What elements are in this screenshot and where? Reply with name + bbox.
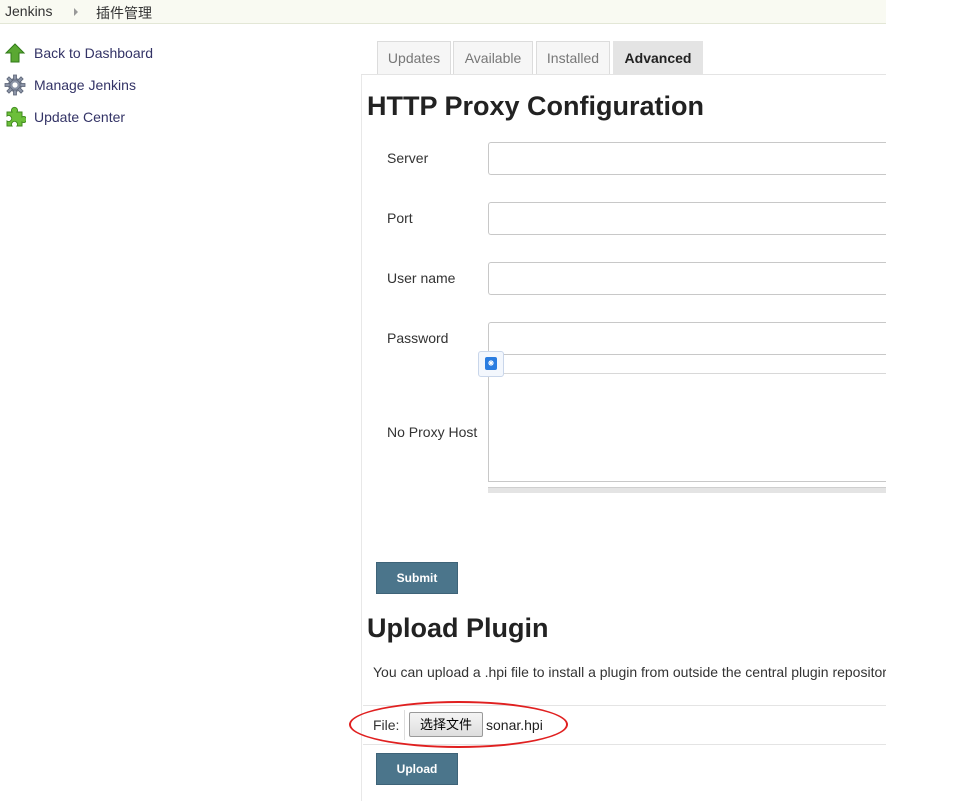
breadcrumb-plugin-manager[interactable]: 插件管理 bbox=[96, 3, 152, 23]
breadcrumb-jenkins[interactable]: Jenkins bbox=[5, 3, 52, 19]
password-label: Password bbox=[387, 330, 449, 346]
tab-available[interactable]: Available bbox=[453, 41, 533, 74]
tab-underline bbox=[361, 74, 886, 75]
up-arrow-icon bbox=[4, 42, 26, 64]
server-label: Server bbox=[387, 150, 429, 166]
gear-icon bbox=[4, 74, 26, 96]
server-input[interactable] bbox=[488, 142, 886, 175]
upload-button[interactable]: Upload bbox=[376, 753, 458, 785]
username-label: User name bbox=[387, 270, 456, 286]
tab-updates[interactable]: Updates bbox=[377, 41, 451, 74]
upload-section-title: Upload Plugin bbox=[367, 613, 549, 643]
puzzle-icon bbox=[4, 106, 28, 128]
textarea-divider bbox=[488, 373, 886, 374]
sidebar-item-label: Back to Dashboard bbox=[34, 45, 154, 61]
tab-advanced[interactable]: Advanced bbox=[613, 41, 703, 74]
port-input[interactable] bbox=[488, 202, 886, 235]
no-proxy-host-label: No Proxy Host bbox=[387, 424, 478, 440]
content-divider bbox=[361, 74, 362, 801]
sidebar-item-back-to-dashboard[interactable]: Back to Dashboard bbox=[4, 41, 153, 65]
upload-description: You can upload a .hpi file to install a … bbox=[373, 664, 886, 680]
username-input[interactable] bbox=[488, 262, 886, 295]
proxy-section-title: HTTP Proxy Configuration bbox=[367, 91, 705, 121]
annotation-ellipse bbox=[349, 701, 568, 748]
sidebar-item-manage-jenkins[interactable]: Manage Jenkins bbox=[4, 73, 136, 97]
password-input[interactable] bbox=[488, 322, 886, 355]
breadcrumb: Jenkins 插件管理 bbox=[0, 0, 886, 24]
chevron-right-icon bbox=[74, 8, 78, 16]
submit-button[interactable]: Submit bbox=[376, 562, 458, 594]
sidebar-item-update-center[interactable]: Update Center bbox=[4, 105, 125, 129]
textarea-resize-bar[interactable] bbox=[488, 487, 886, 493]
browser-extension-icon[interactable] bbox=[478, 351, 504, 377]
sidebar-item-label: Update Center bbox=[34, 109, 126, 125]
tab-installed[interactable]: Installed bbox=[536, 41, 610, 74]
port-label: Port bbox=[387, 210, 413, 226]
sidebar-item-label: Manage Jenkins bbox=[34, 77, 136, 93]
